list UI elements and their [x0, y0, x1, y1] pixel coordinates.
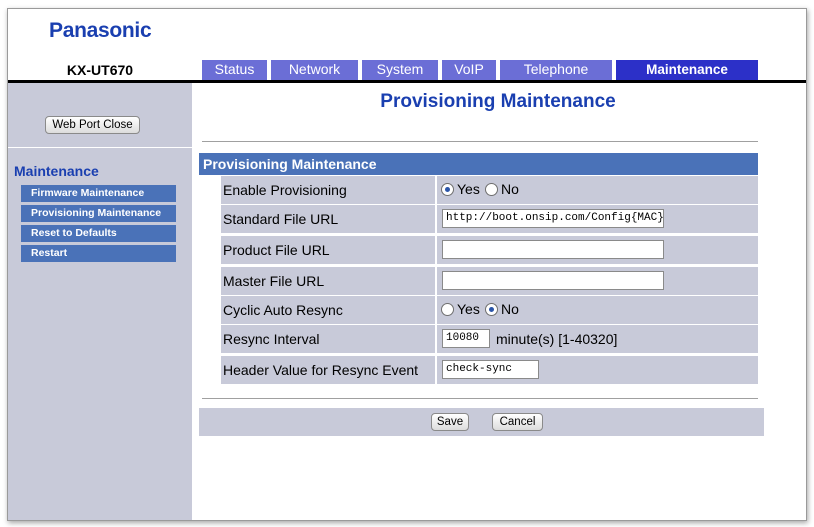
product-file-url-input[interactable]: [442, 240, 664, 259]
tab-network[interactable]: Network: [271, 60, 358, 80]
standard-file-url-input[interactable]: http://boot.onsip.com/Config{MAC}.cfg: [442, 209, 664, 228]
row-resync-interval: Resync Interval 10080 minute(s) [1-40320…: [221, 325, 758, 353]
section-header: Provisioning Maintenance: [199, 153, 758, 175]
sidebar-item-firmware-maintenance[interactable]: Firmware Maintenance: [21, 185, 176, 202]
resync-interval-unit: minute(s) [1-40320]: [496, 331, 618, 347]
sidebar-menu-title: Maintenance: [14, 163, 99, 179]
page-title: Provisioning Maintenance: [380, 91, 616, 112]
standard-file-url-cell: http://boot.onsip.com/Config{MAC}.cfg: [437, 205, 758, 233]
standard-file-url-label: Standard File URL: [221, 205, 435, 233]
enable-provisioning-no-label: No: [501, 181, 519, 197]
resync-interval-input[interactable]: 10080: [442, 329, 490, 348]
tab-voip[interactable]: VoIP: [442, 60, 496, 80]
row-product-file-url: Product File URL: [221, 236, 758, 264]
enable-provisioning-yes-label: Yes: [457, 181, 480, 197]
web-port-close-button[interactable]: Web Port Close: [45, 116, 140, 134]
cyclic-auto-resync-yes-label: Yes: [457, 301, 480, 317]
product-file-url-cell: [437, 236, 758, 264]
product-file-url-label: Product File URL: [221, 236, 435, 264]
sidebar: Web Port Close Maintenance Firmware Main…: [8, 83, 192, 520]
row-master-file-url: Master File URL: [221, 267, 758, 295]
row-header-value: Header Value for Resync Event check-sync: [221, 356, 758, 384]
cyclic-auto-resync-no-radio[interactable]: [485, 303, 498, 316]
cyclic-auto-resync-options: Yes No: [437, 296, 758, 324]
enable-provisioning-label: Enable Provisioning: [221, 176, 435, 204]
header-value-label: Header Value for Resync Event: [221, 356, 435, 384]
form-footer: Save Cancel: [199, 408, 764, 436]
cyclic-auto-resync-label: Cyclic Auto Resync: [221, 296, 435, 324]
tab-telephone[interactable]: Telephone: [500, 60, 612, 80]
tab-maintenance[interactable]: Maintenance: [616, 60, 758, 80]
header-value-cell: check-sync: [437, 356, 758, 384]
sidebar-item-reset-to-defaults[interactable]: Reset to Defaults: [21, 225, 176, 242]
sidebar-item-restart[interactable]: Restart: [21, 245, 176, 262]
master-file-url-input[interactable]: [442, 271, 664, 290]
save-button[interactable]: Save: [431, 413, 469, 431]
row-cyclic-auto-resync: Cyclic Auto Resync Yes No: [221, 296, 758, 324]
sidebar-divider: [8, 147, 192, 148]
header-value-input[interactable]: check-sync: [442, 360, 539, 379]
master-file-url-cell: [437, 267, 758, 295]
cyclic-auto-resync-yes-radio[interactable]: [441, 303, 454, 316]
master-file-url-label: Master File URL: [221, 267, 435, 295]
model-name: KX-UT670: [66, 62, 134, 78]
tab-status[interactable]: Status: [202, 60, 267, 80]
tab-system[interactable]: System: [362, 60, 438, 80]
browser-window: Panasonic KX-UT670 Status Network System…: [7, 8, 807, 521]
enable-provisioning-no-radio[interactable]: [485, 183, 498, 196]
enable-provisioning-yes-radio[interactable]: [441, 183, 454, 196]
enable-provisioning-options: Yes No: [437, 176, 758, 204]
form-divider: [202, 398, 758, 400]
row-standard-file-url: Standard File URL http://boot.onsip.com/…: [221, 205, 758, 233]
cyclic-auto-resync-no-label: No: [501, 301, 519, 317]
resync-interval-label: Resync Interval: [221, 325, 435, 353]
sidebar-item-provisioning-maintenance[interactable]: Provisioning Maintenance: [21, 205, 176, 222]
title-divider: [202, 141, 758, 143]
brand-logo: Panasonic: [49, 19, 152, 42]
row-enable-provisioning: Enable Provisioning Yes No: [221, 176, 758, 204]
resync-interval-cell: 10080 minute(s) [1-40320]: [437, 325, 758, 353]
cancel-button[interactable]: Cancel: [492, 413, 543, 431]
